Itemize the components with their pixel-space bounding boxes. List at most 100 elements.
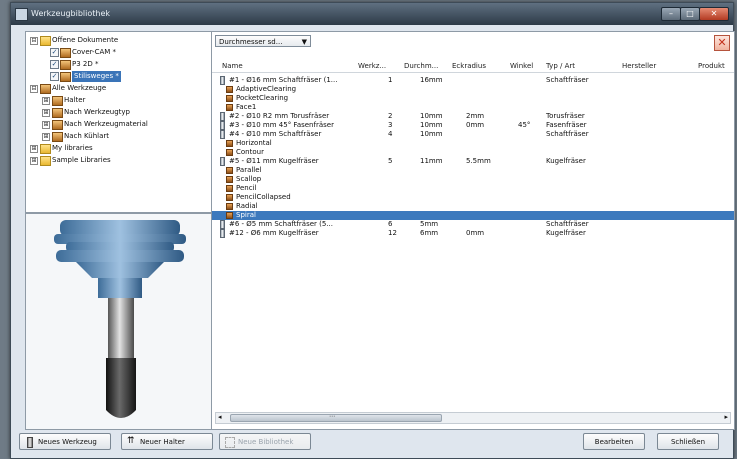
operation-row[interactable]: AdaptiveClearing <box>212 85 734 94</box>
scrollbar-thumb[interactable]: ⋯ <box>230 413 442 422</box>
minimize-icon: – <box>669 9 673 18</box>
checkbox-icon[interactable]: ✓ <box>50 48 59 57</box>
tool-number: 6 <box>388 220 393 228</box>
operation-row[interactable]: PocketClearing <box>212 94 734 103</box>
tool-name: #2 - Ø10 R2 mm Torusfräser <box>229 112 330 120</box>
table-header: Name Werkz... Durchm... Eckradius Winkel… <box>212 60 734 73</box>
collapse-icon[interactable]: ⊟ <box>30 37 38 45</box>
document-tool-icon <box>60 48 71 58</box>
operation-row[interactable]: PencilCollapsed <box>212 193 734 202</box>
new-library-button[interactable]: Neue Bibliothek <box>219 433 311 450</box>
collapse-icon[interactable]: ⊟ <box>30 85 38 93</box>
title-bar[interactable]: Werkzeugbibliothek – □ ✕ <box>11 3 733 25</box>
expand-icon[interactable]: ⊞ <box>42 133 50 141</box>
operation-row[interactable]: Contour <box>212 148 734 157</box>
tool-type: Fasenfräser <box>546 121 587 129</box>
new-holder-button[interactable]: ⇈ Neuer Halter <box>121 433 213 450</box>
document-tool-icon <box>60 72 71 82</box>
tool-type: Schaftfräser <box>546 76 589 84</box>
tree-item-label: Alle Werkzeuge <box>52 84 107 92</box>
horizontal-scrollbar[interactable]: ◂ ⋯ ▸ <box>215 412 731 424</box>
operation-icon <box>226 86 233 93</box>
close-label: Schließen <box>670 438 706 446</box>
document-tool-icon <box>60 60 71 70</box>
window-close-button[interactable]: ✕ <box>699 7 729 21</box>
new-tool-button[interactable]: Neues Werkzeug <box>19 433 111 450</box>
operation-name: Scallop <box>236 175 262 183</box>
tool-row[interactable]: #3 - Ø10 mm 45° Fasenfräser 3 10mm 0mm 45° Fa… <box>212 121 734 130</box>
close-button[interactable]: Schließen <box>657 433 719 450</box>
column-header-type[interactable]: Typ / Art <box>546 62 575 70</box>
expand-icon[interactable]: ⊞ <box>42 121 50 129</box>
operation-icon <box>226 212 233 219</box>
library-tree[interactable]: ⊟ Offene Dokumente ✓ Cover-CAM * ✓ P3 2D… <box>25 31 212 213</box>
tool-name: #3 - Ø10 mm 45° Fasenfräser <box>229 121 334 129</box>
tree-item-label: Nach Werkzeugmaterial <box>64 120 148 128</box>
tool-row[interactable]: #12 - Ø6 mm Kugelfräser 12 6mm 0mm Kugelfräs… <box>212 229 734 238</box>
window-title: Werkzeugbibliothek <box>31 9 111 18</box>
tool-row[interactable]: #1 - Ø16 mm Schaftfräser (1... 1 16mm Schaf… <box>212 76 734 85</box>
expand-icon[interactable]: ⊞ <box>42 109 50 117</box>
end-mill-icon <box>220 229 225 238</box>
maximize-button[interactable]: □ <box>680 7 700 21</box>
tool-number: 3 <box>388 121 393 129</box>
scroll-left-icon[interactable]: ◂ <box>218 413 222 422</box>
tool-number: 4 <box>388 130 393 138</box>
tool-type: Schaftfräser <box>546 130 589 138</box>
tree-item-label: Nach Kühlart <box>64 132 110 140</box>
operation-row[interactable]: Parallel <box>212 166 734 175</box>
close-filter-button[interactable]: ✕ <box>714 35 730 51</box>
tool-row[interactable]: #2 - Ø10 R2 mm Torusfräser 2 10mm 2mm Torusf… <box>212 112 734 121</box>
column-header-tool-number[interactable]: Werkz... <box>358 62 386 70</box>
tool-library-dialog: Werkzeugbibliothek – □ ✕ ⊟ Offene Dokume… <box>10 2 735 459</box>
tool-name: #6 - Ø5 mm Schaftfräser (5... <box>229 220 333 228</box>
tool-preview[interactable] <box>25 213 212 430</box>
column-header-corner-radius[interactable]: Eckradius <box>452 62 486 70</box>
end-mill-icon <box>220 112 225 121</box>
chevron-down-icon: ▼ <box>301 38 307 46</box>
checkbox-icon[interactable]: ✓ <box>50 60 59 69</box>
minimize-button[interactable]: – <box>661 7 681 21</box>
column-header-manufacturer[interactable]: Hersteller <box>622 62 656 70</box>
edit-label: Bearbeiten <box>594 438 634 446</box>
tool-type: Kugelfräser <box>546 229 586 237</box>
tool-diameter: 10mm <box>420 112 443 120</box>
operation-name: Radial <box>236 202 258 210</box>
expand-icon[interactable]: ⊞ <box>30 157 38 165</box>
operation-icon <box>226 104 233 111</box>
tree-item-label: Cover-CAM * <box>72 48 117 56</box>
tool-row[interactable]: #5 - Ø11 mm Kugelfräser 5 11mm 5.5mm Kugelfr… <box>212 157 734 166</box>
tool-number: 5 <box>388 157 393 165</box>
operation-icon <box>226 149 233 156</box>
operation-row[interactable]: Face1 <box>212 103 734 112</box>
edit-button[interactable]: Bearbeiten <box>583 433 645 450</box>
filter-value: Durchmesser sd... <box>219 38 283 46</box>
column-header-name[interactable]: Name <box>222 62 243 70</box>
tool-icon <box>27 437 33 448</box>
tool-diameter: 5mm <box>420 220 439 228</box>
tree-item-label: Stilisweges * <box>72 71 121 82</box>
tool-row[interactable]: #4 - Ø10 mm Schaftfräser 4 10mm Schaftfräse… <box>212 130 734 139</box>
folder-icon <box>40 144 51 154</box>
new-holder-label: Neuer Halter <box>140 438 185 446</box>
operation-row[interactable]: Radial <box>212 202 734 211</box>
checkbox-icon[interactable]: ✓ <box>50 72 59 81</box>
tool-number: 1 <box>388 76 393 84</box>
operation-icon <box>226 185 233 192</box>
end-mill-icon <box>220 76 225 85</box>
expand-icon[interactable]: ⊞ <box>42 97 50 105</box>
column-header-angle[interactable]: Winkel <box>510 62 533 70</box>
operation-row[interactable]: Horizontal <box>212 139 734 148</box>
operation-icon <box>226 140 233 147</box>
tool-3d-preview <box>54 220 186 418</box>
operation-row[interactable]: Spiral <box>212 211 734 220</box>
scroll-right-icon[interactable]: ▸ <box>724 413 728 422</box>
operation-name: Spiral <box>236 211 256 219</box>
expand-icon[interactable]: ⊞ <box>30 145 38 153</box>
column-header-diameter[interactable]: Durchm... <box>404 62 438 70</box>
column-header-product[interactable]: Produkt <box>698 62 725 70</box>
operation-row[interactable]: Scallop <box>212 175 734 184</box>
filter-dropdown[interactable]: Durchmesser sd... ▼ <box>215 35 311 47</box>
tool-row[interactable]: #6 - Ø5 mm Schaftfräser (5... 6 5mm Schaftf… <box>212 220 734 229</box>
operation-row[interactable]: Pencil <box>212 184 734 193</box>
